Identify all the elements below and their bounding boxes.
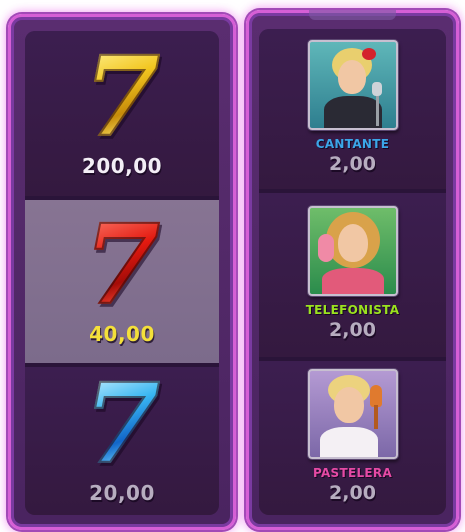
mic-stand-shape	[375, 95, 379, 126]
character-name: PASTELERA	[312, 465, 393, 480]
apron-shape	[319, 426, 378, 457]
symbol-cell-blue-seven[interactable]: 7 20,00	[25, 367, 219, 515]
symbol-cell-cantante[interactable]: CANTANTE 2,00	[259, 29, 446, 189]
pastry-chef-portrait-icon	[307, 368, 398, 459]
symbol-payout: 2,00	[329, 318, 376, 341]
reel-characters: CANTANTE 2,00 TELEFONISTA 2,00 PASTELERA…	[246, 10, 459, 530]
reel-characters-window: CANTANTE 2,00 TELEFONISTA 2,00 PASTELERA…	[259, 29, 446, 515]
face-shape	[337, 59, 366, 94]
rose-shape	[361, 47, 376, 60]
telephone-shape	[317, 233, 334, 262]
red-seven-icon: 7	[83, 199, 162, 329]
wooden-spoon-shape	[369, 384, 382, 407]
blue-seven-icon: 7	[83, 359, 162, 488]
symbol-payout: 2,00	[329, 481, 376, 504]
reel-sevens: 7 200,00 7 40,00 7 20,00	[8, 14, 236, 530]
body-shape	[323, 95, 382, 128]
face-shape	[337, 223, 368, 262]
symbol-cell-gold-seven[interactable]: 7 200,00	[25, 31, 219, 196]
microphone-shape	[371, 81, 382, 96]
symbol-cell-telefonista[interactable]: TELEFONISTA 2,00	[259, 193, 446, 357]
spoon-handle-shape	[373, 404, 378, 429]
symbol-cell-pastelera[interactable]: PASTELERA 2,00	[259, 361, 446, 515]
reel-sevens-window: 7 200,00 7 40,00 7 20,00	[25, 31, 219, 515]
symbol-cell-red-seven[interactable]: 7 40,00	[25, 200, 219, 363]
singer-portrait-icon	[307, 39, 398, 130]
reel-top-trim	[309, 10, 396, 20]
body-shape	[321, 267, 384, 294]
symbol-payout: 2,00	[329, 152, 376, 175]
face-shape	[333, 386, 364, 423]
character-name: TELEFONISTA	[305, 302, 400, 317]
gold-seven-icon: 7	[83, 31, 162, 161]
character-name: CANTANTE	[315, 136, 390, 151]
telephone-operator-portrait-icon	[307, 205, 398, 296]
